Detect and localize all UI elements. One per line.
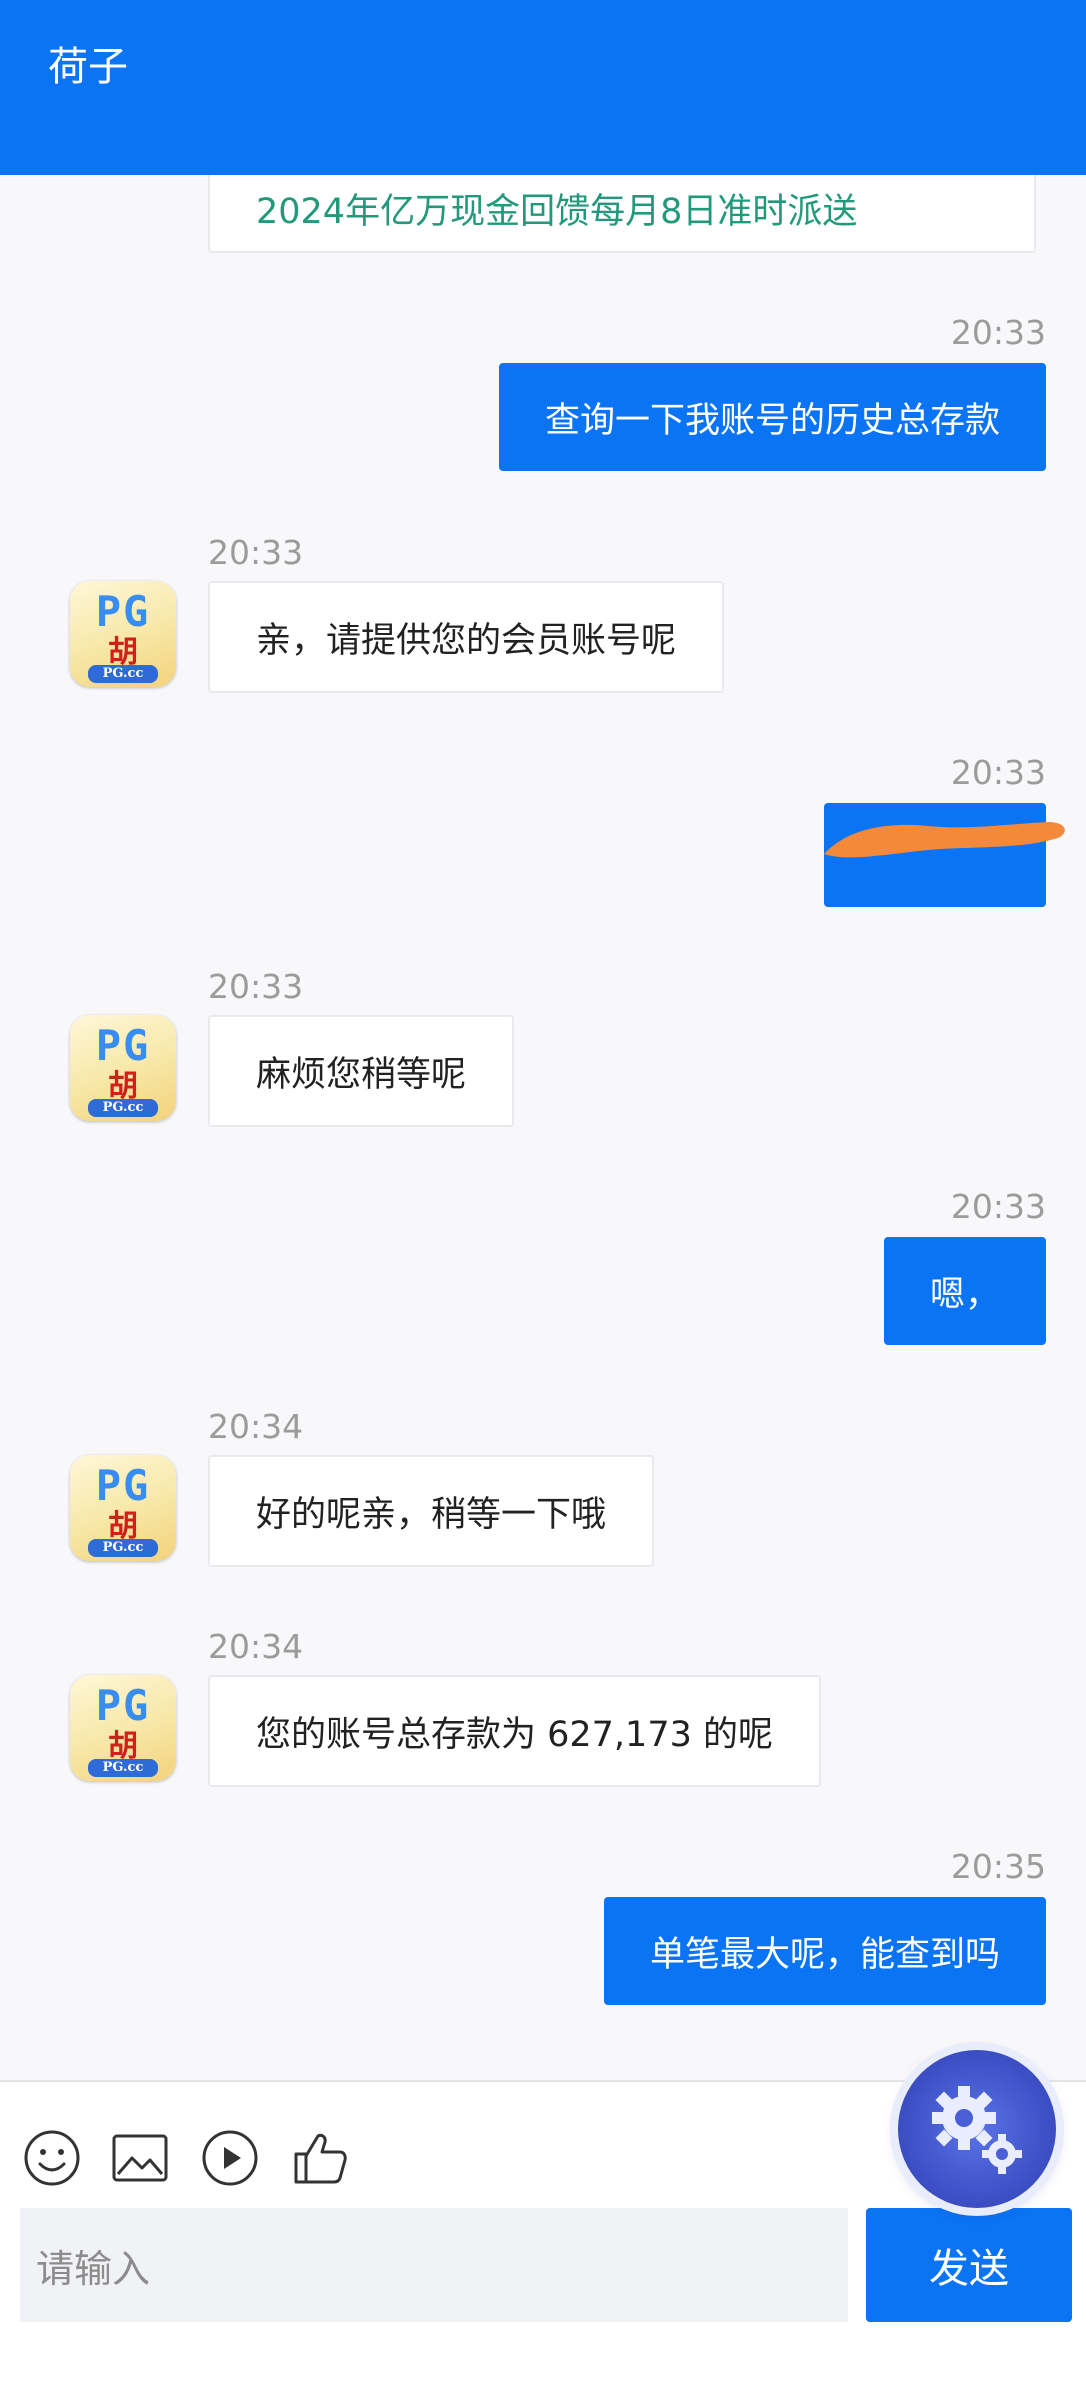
message-list[interactable]: 2024年亿万现金回馈每月8日准时派送 20:33 查询一下我账号的历史总存款 … <box>0 175 1086 2080</box>
gear-icon <box>932 2086 1022 2174</box>
settings-fab[interactable] <box>898 2050 1056 2208</box>
incoming-message: 好的呢亲，稍等一下哦 <box>208 1455 655 1567</box>
outgoing-message: 单笔最大呢，能查到吗 <box>603 1897 1046 2005</box>
outgoing-message: 查询一下我账号的历史总存款 <box>498 363 1046 471</box>
message-input[interactable]: 请输入 <box>20 2208 848 2322</box>
message-time: 20:35 <box>950 1847 1046 1886</box>
emoji-icon[interactable] <box>22 2128 82 2188</box>
message-text: 麻烦您稍等呢 <box>256 1054 467 1095</box>
outgoing-message: 嗯， <box>883 1237 1046 1345</box>
avatar-domain: PG.cc <box>88 665 158 683</box>
video-icon[interactable] <box>200 2128 260 2188</box>
avatar-domain: PG.cc <box>88 1099 158 1117</box>
avatar-domain: PG.cc <box>88 1539 158 1557</box>
input-placeholder: 请输入 <box>36 2246 151 2291</box>
agent-avatar[interactable]: PG 胡 PG.cc <box>70 1015 176 1121</box>
agent-avatar[interactable]: PG 胡 PG.cc <box>70 1675 176 1781</box>
message-time: 20:33 <box>950 313 1046 352</box>
thumbs-up-icon[interactable] <box>290 2128 350 2188</box>
message-text: 单笔最大呢，能查到吗 <box>649 1934 1000 1975</box>
message-time: 20:33 <box>950 1187 1046 1226</box>
incoming-message: 麻烦您稍等呢 <box>208 1015 515 1127</box>
incoming-message: 您的账号总存款为 627,173 的呢 <box>208 1675 821 1787</box>
send-button[interactable]: 发送 <box>866 2208 1072 2322</box>
agent-avatar[interactable]: PG 胡 PG.cc <box>70 1455 176 1561</box>
message-time: 20:33 <box>950 753 1046 792</box>
message-time: 20:34 <box>208 1407 304 1446</box>
message-text: 2024年亿万现金回馈每月8日准时派送 <box>256 191 858 232</box>
message-time: 20:33 <box>208 967 304 1006</box>
avatar-domain: PG.cc <box>88 1759 158 1777</box>
redaction-scribble <box>824 822 1065 858</box>
incoming-message: 亲，请提供您的会员账号呢 <box>208 581 725 693</box>
send-label: 发送 <box>929 2246 1009 2292</box>
message-time: 20:34 <box>208 1627 304 1666</box>
message-text: 好的呢亲，稍等一下哦 <box>256 1494 607 1535</box>
chat-header: 荷子 <box>0 0 1086 175</box>
promo-message: 2024年亿万现金回馈每月8日准时派送 <box>208 175 1036 253</box>
message-text: 嗯， <box>929 1274 1000 1315</box>
agent-avatar[interactable]: PG 胡 PG.cc <box>70 581 176 687</box>
image-icon[interactable] <box>110 2128 170 2188</box>
message-text: 您的账号总存款为 627,173 的呢 <box>256 1714 773 1755</box>
chat-title: 荷子 <box>48 44 128 90</box>
message-time: 20:33 <box>208 533 304 572</box>
message-text: 亲，请提供您的会员账号呢 <box>256 620 677 661</box>
message-text: 查询一下我账号的历史总存款 <box>544 400 1000 441</box>
